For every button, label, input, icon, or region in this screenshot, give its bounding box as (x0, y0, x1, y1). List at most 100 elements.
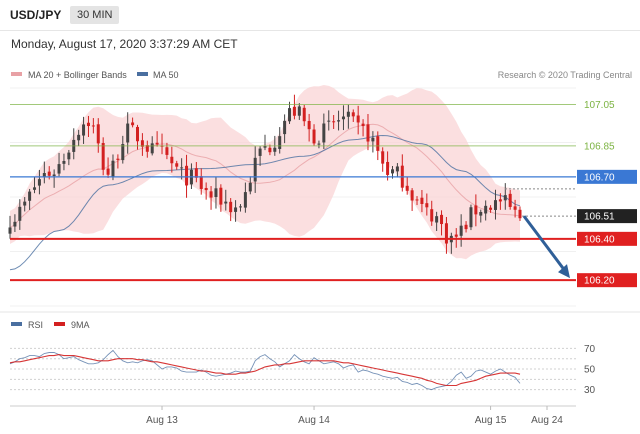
candle-body (234, 207, 238, 212)
candle-body (165, 147, 169, 155)
rsi-lines (9, 349, 521, 391)
forecast-arrow (522, 215, 570, 279)
candle-body (283, 120, 287, 135)
candle-body (258, 148, 262, 156)
candle-body (131, 122, 135, 126)
candle-body (386, 161, 390, 175)
ma20-legend-label: MA 20 + Bollinger Bands (28, 70, 127, 80)
candle-body (209, 191, 213, 198)
candle-body (253, 157, 257, 182)
candle-body (229, 201, 233, 213)
candle-body (489, 207, 493, 210)
candle-body (337, 120, 341, 122)
ma20-legend-swatch (11, 72, 22, 76)
time-tick-label: Aug 13 (146, 415, 178, 426)
candle-body (371, 137, 375, 142)
candle-body (91, 125, 95, 127)
time-tick-label: Aug 24 (531, 415, 563, 426)
rsi-tick-label: 30 (584, 385, 596, 396)
candle-body (464, 224, 468, 230)
research-credit: Research © 2020 Trading Central (498, 70, 632, 80)
candle-body (18, 206, 22, 221)
rsi-legend: RSI 9MA (11, 320, 90, 330)
candle-body (204, 187, 208, 191)
rsi-tick-label: 50 (584, 365, 596, 376)
candle-body (13, 221, 17, 227)
candle-body (391, 169, 394, 174)
candle-body (288, 108, 292, 122)
candle-body (185, 165, 189, 186)
support-label: 106.40 (584, 234, 615, 245)
candle-body (47, 171, 51, 176)
candle-body (469, 207, 473, 228)
candle-body (292, 106, 296, 116)
candle-body (82, 124, 86, 136)
candle-body (57, 164, 61, 174)
candle-body (307, 120, 311, 130)
chart-canvas: 107.05 106.85 106.70 106.51 106.40 106.20 MA … (0, 70, 640, 426)
candle-body (52, 174, 56, 177)
candle-body (268, 147, 272, 153)
candle-body (224, 201, 228, 204)
candle-body (341, 116, 345, 120)
ma50-legend-swatch (137, 72, 148, 76)
candle-body (346, 111, 350, 117)
candle-body (155, 142, 159, 145)
resistance-label: 106.85 (584, 141, 615, 152)
candle-body (508, 193, 512, 207)
candle-body (180, 167, 184, 169)
candle-body (111, 160, 115, 177)
candle-body (415, 199, 419, 201)
candle-body (121, 144, 125, 161)
candle-body (366, 124, 370, 142)
candle-body (425, 203, 429, 208)
candle-body (77, 134, 81, 141)
candle-body (474, 205, 478, 215)
candle-body (175, 163, 179, 167)
candle-body (62, 160, 66, 164)
time-tick-label: Aug 14 (298, 415, 330, 426)
resistance-label: 107.05 (584, 100, 615, 111)
candle-body (273, 147, 277, 152)
rsi-legend-swatch (11, 322, 22, 326)
rsi-line (9, 349, 521, 391)
candle-body (317, 143, 321, 145)
candle-body (332, 121, 336, 123)
candle-body (243, 192, 247, 208)
candle-body (136, 126, 139, 142)
price-legend: MA 20 + Bollinger Bands MA 50 Research ©… (11, 70, 632, 80)
time-axis: Aug 13 Aug 14 Aug 15 Aug 24 (10, 405, 576, 426)
candle-body (410, 190, 414, 201)
rsi-legend-label: RSI (28, 320, 43, 330)
candle-body (479, 211, 483, 216)
ma50-legend-label: MA 50 (153, 70, 179, 80)
candle-body (126, 123, 130, 143)
candle-body (33, 187, 37, 190)
rsi-ma-legend-swatch (54, 322, 65, 326)
forecast-arrow-shaft (522, 215, 568, 274)
candle-body (199, 176, 203, 189)
candle-body (454, 234, 458, 237)
candle-body (430, 209, 434, 222)
candle-body (376, 136, 380, 151)
candle-body (219, 187, 223, 205)
candle-body (327, 120, 331, 122)
bollinger-band (10, 85, 520, 260)
candle-body (150, 143, 154, 154)
candle-body (444, 223, 448, 244)
candle-body (8, 227, 12, 234)
candle-body (238, 206, 242, 208)
rsi-ma-line (9, 354, 521, 387)
candle-body (297, 106, 301, 116)
pivot-label: 106.70 (584, 172, 615, 183)
candle-body (322, 123, 326, 143)
candle-body (86, 122, 90, 127)
candle-body (356, 115, 360, 123)
rsi-grid: 30 50 70 (0, 311, 640, 396)
candle-body (484, 205, 488, 214)
candle-body (116, 158, 120, 160)
candle-body (312, 129, 316, 144)
bollinger-band-fill (10, 85, 520, 260)
candle-body (405, 185, 409, 191)
rsi-pane: 30 50 70 RSI 9MA (0, 311, 640, 396)
